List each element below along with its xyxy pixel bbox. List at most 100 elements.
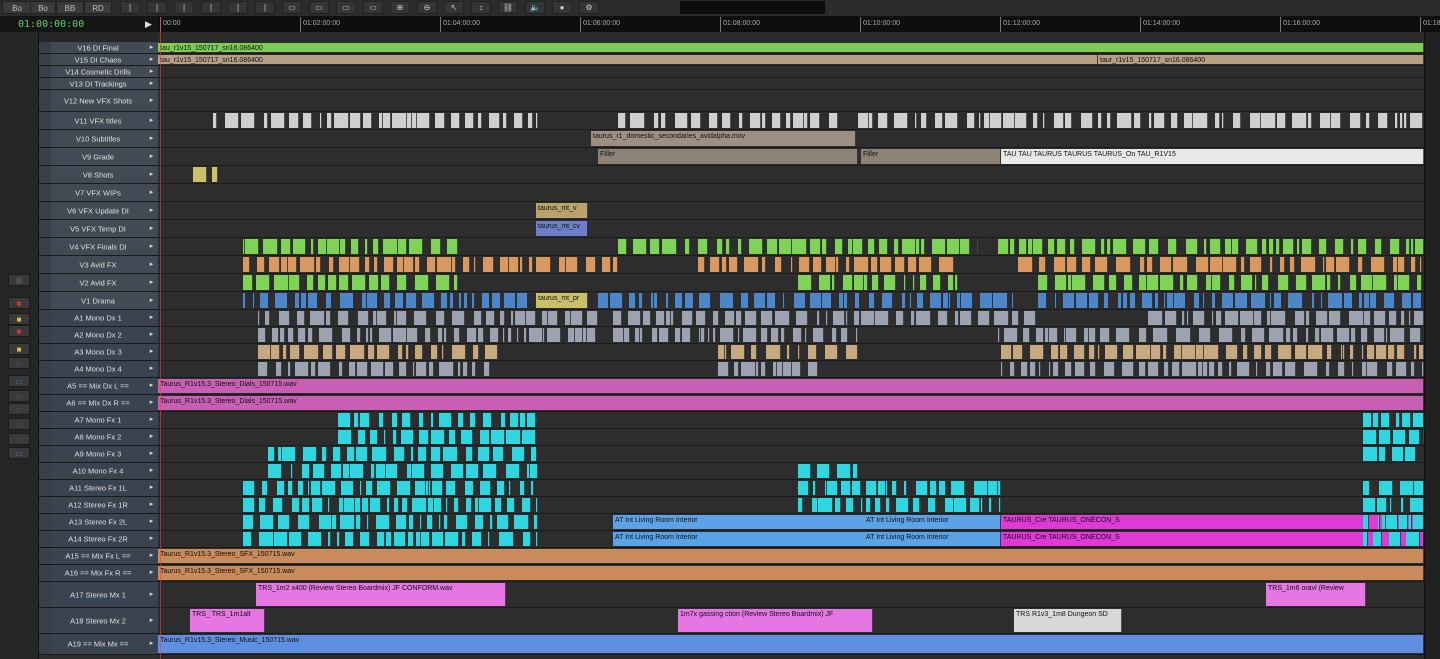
track-row[interactable] xyxy=(158,497,1424,514)
monitor-icon[interactable]: ▸ xyxy=(147,80,156,88)
edit-segment[interactable] xyxy=(1123,293,1128,308)
edit-segment[interactable] xyxy=(1204,345,1219,359)
edit-segment[interactable] xyxy=(1153,328,1168,342)
edit-segment[interactable] xyxy=(446,498,448,512)
edit-segment[interactable] xyxy=(977,239,978,254)
edit-segment[interactable] xyxy=(798,498,803,512)
edit-segment[interactable] xyxy=(1410,328,1421,342)
edit-segment[interactable] xyxy=(374,257,378,272)
edit-segment[interactable] xyxy=(624,328,630,342)
edit-segment[interactable] xyxy=(401,430,414,444)
edit-segment[interactable] xyxy=(262,481,268,495)
edit-segment[interactable] xyxy=(1148,311,1163,325)
edit-segment[interactable] xyxy=(506,464,520,478)
edit-segment[interactable] xyxy=(402,413,411,427)
edit-segment[interactable] xyxy=(1363,413,1372,427)
edit-segment[interactable] xyxy=(817,464,830,478)
edit-segment[interactable] xyxy=(810,239,821,254)
track-header[interactable]: V9 Grade ▸ xyxy=(39,148,158,166)
edit-segment[interactable] xyxy=(1168,239,1177,254)
edit-segment[interactable] xyxy=(1308,113,1312,128)
monitor-icon[interactable]: ▸ xyxy=(147,297,156,305)
edit-segment[interactable] xyxy=(213,113,217,128)
edit-segment[interactable] xyxy=(1278,275,1289,290)
edit-segment[interactable] xyxy=(520,257,523,272)
timeline-clip[interactable]: TRS_1m2 x400 (Review Stereo Boardmix) JF… xyxy=(256,583,506,606)
edit-segment[interactable] xyxy=(998,239,1009,254)
track-row[interactable]: Taurus_R1v15.3_Stereo_SFX_150715.wav xyxy=(158,565,1424,582)
track-select-toggle[interactable] xyxy=(39,256,51,273)
edit-segment[interactable] xyxy=(1233,113,1241,128)
edit-segment[interactable] xyxy=(1054,257,1066,272)
edit-segment[interactable] xyxy=(1270,257,1273,272)
edit-segment[interactable] xyxy=(1182,311,1185,325)
edit-segment[interactable] xyxy=(772,113,781,128)
edit-segment[interactable] xyxy=(1030,362,1036,376)
edit-segment[interactable] xyxy=(827,481,838,495)
edit-segment[interactable] xyxy=(916,481,928,495)
edit-segment[interactable] xyxy=(439,413,452,427)
splice-icon[interactable]: ▭ xyxy=(282,1,302,14)
edit-segment[interactable] xyxy=(1212,275,1221,290)
edit-segment[interactable] xyxy=(908,257,917,272)
edit-segment[interactable] xyxy=(339,275,349,290)
track-row[interactable] xyxy=(158,112,1424,130)
edit-segment[interactable] xyxy=(566,257,578,272)
edit-segment[interactable] xyxy=(1049,362,1051,376)
edit-segment[interactable] xyxy=(793,113,804,128)
edit-segment[interactable] xyxy=(295,293,300,308)
edit-segment[interactable] xyxy=(945,498,954,512)
edit-segment[interactable] xyxy=(340,515,355,529)
edit-segment[interactable] xyxy=(1015,113,1027,128)
edit-segment[interactable] xyxy=(412,498,427,512)
edit-segment[interactable] xyxy=(429,362,434,376)
edit-segment[interactable] xyxy=(791,257,793,272)
edit-segment[interactable] xyxy=(351,239,359,254)
edit-segment[interactable] xyxy=(1001,345,1012,359)
edit-segment[interactable] xyxy=(1363,498,1376,512)
edit-segment[interactable] xyxy=(399,362,407,376)
edit-segment[interactable] xyxy=(1350,275,1357,290)
edit-segment[interactable] xyxy=(1104,362,1115,376)
edit-segment[interactable] xyxy=(497,515,509,529)
edit-segment[interactable] xyxy=(967,113,975,128)
edit-segment[interactable] xyxy=(1204,239,1207,254)
track-header[interactable]: V6 VFX Update DI ▸ xyxy=(39,202,158,220)
edit-segment[interactable] xyxy=(1048,239,1055,254)
edit-segment[interactable] xyxy=(902,293,906,308)
edit-segment[interactable] xyxy=(407,328,418,342)
edit-segment[interactable] xyxy=(1060,345,1068,359)
timeline-clip[interactable]: TRS R1v3_1m8 Dungeon SD xyxy=(1014,609,1122,632)
edit-segment[interactable] xyxy=(818,498,833,512)
edit-segment[interactable] xyxy=(1328,293,1343,308)
edit-segment[interactable] xyxy=(417,113,430,128)
edit-segment[interactable] xyxy=(425,328,431,342)
track-select-toggle[interactable] xyxy=(39,634,51,654)
edit-segment[interactable] xyxy=(345,532,354,546)
edit-segment[interactable] xyxy=(731,345,745,359)
edit-segment[interactable] xyxy=(718,345,725,359)
edit-segment[interactable] xyxy=(1193,113,1208,128)
edit-segment[interactable] xyxy=(431,413,434,427)
edit-segment[interactable] xyxy=(1401,498,1404,512)
edit-segment[interactable] xyxy=(1397,345,1405,359)
edit-segment[interactable] xyxy=(734,362,739,376)
edit-segment[interactable] xyxy=(1351,328,1356,342)
monitor-icon[interactable]: ▸ xyxy=(147,261,156,269)
edit-segment[interactable] xyxy=(682,311,693,325)
edit-segment[interactable] xyxy=(1373,413,1379,427)
edit-segment[interactable] xyxy=(1396,413,1400,427)
edit-segment[interactable] xyxy=(1321,293,1323,308)
edit-segment[interactable] xyxy=(1033,239,1043,254)
edit-segment[interactable] xyxy=(350,345,365,359)
settings-icon[interactable]: ⚙ xyxy=(579,1,599,14)
edit-segment[interactable] xyxy=(1054,113,1064,128)
edit-segment[interactable] xyxy=(1283,239,1294,254)
edit-segment[interactable] xyxy=(1417,275,1422,290)
edit-segment[interactable] xyxy=(1160,257,1172,272)
edit-segment[interactable] xyxy=(896,311,904,325)
edit-segment[interactable] xyxy=(431,430,445,444)
speaker-icon[interactable]: ▸ xyxy=(147,416,156,424)
edit-segment[interactable] xyxy=(675,293,683,308)
edit-segment[interactable] xyxy=(333,447,341,461)
